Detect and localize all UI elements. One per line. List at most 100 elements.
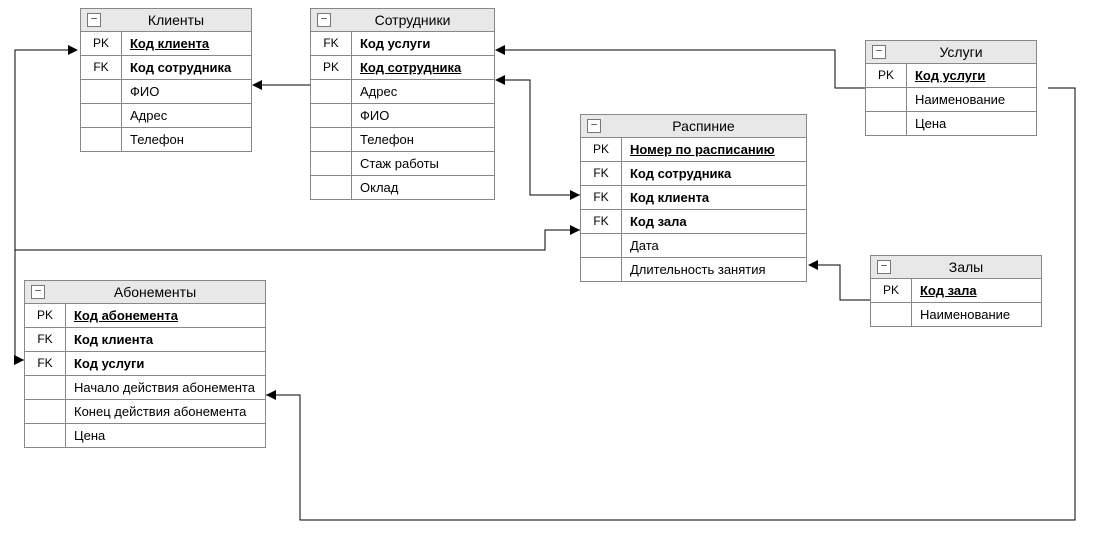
- entity-row[interactable]: Длительность занятия: [581, 258, 806, 281]
- entity-title-text: Распиние: [672, 118, 734, 134]
- entity-row[interactable]: Цена: [866, 112, 1036, 135]
- field-cell: Код сотрудника: [622, 162, 806, 185]
- entity-row[interactable]: Конец действия абонемента: [25, 400, 265, 424]
- key-cell: [25, 400, 66, 423]
- entity-halls[interactable]: − Залы PKКод залаНаименование: [870, 255, 1042, 327]
- key-cell: PK: [81, 32, 122, 55]
- entity-row[interactable]: PKКод зала: [871, 279, 1041, 303]
- field-cell: Код услуги: [352, 32, 494, 55]
- entity-title: − Сотрудники: [311, 9, 494, 32]
- key-cell: PK: [311, 56, 352, 79]
- field-cell: Оклад: [352, 176, 494, 199]
- entity-services[interactable]: − Услуги PKКод услугиНаименованиеЦена: [865, 40, 1037, 136]
- key-cell: FK: [581, 162, 622, 185]
- entity-title: − Распиние: [581, 115, 806, 138]
- field-cell: Цена: [66, 424, 265, 447]
- collapse-icon[interactable]: −: [87, 13, 101, 27]
- key-cell: [866, 88, 907, 111]
- key-cell: [311, 176, 352, 199]
- entity-row[interactable]: FKКод зала: [581, 210, 806, 234]
- field-cell: Конец действия абонемента: [66, 400, 265, 423]
- entity-row[interactable]: FKКод клиента: [581, 186, 806, 210]
- key-cell: [581, 234, 622, 257]
- field-cell: Код клиента: [122, 32, 251, 55]
- entity-row[interactable]: FKКод услуги: [311, 32, 494, 56]
- entity-schedule[interactable]: −РаспиниеPKНомер по расписаниюFKКод сотр…: [580, 114, 807, 282]
- field-cell: Дата: [622, 234, 806, 257]
- collapse-icon[interactable]: −: [877, 260, 891, 274]
- entity-title-text: Услуги: [939, 44, 982, 60]
- entity-subscriptions[interactable]: −АбонементыPKКод абонементаFKКод клиента…: [24, 280, 266, 448]
- key-cell: FK: [25, 352, 66, 375]
- key-cell: FK: [581, 186, 622, 209]
- field-cell: Адрес: [122, 104, 251, 127]
- er-diagram-canvas: −КлиентыPKКод клиентаFKКод сотрудникаФИО…: [0, 0, 1107, 538]
- entity-title: −Клиенты: [81, 9, 251, 32]
- entity-title-text: Сотрудники: [375, 12, 451, 28]
- field-cell: Начало действия абонемента: [66, 376, 265, 399]
- entity-row[interactable]: FKКод сотрудника: [81, 56, 251, 80]
- key-cell: [311, 152, 352, 175]
- entity-row[interactable]: Телефон: [311, 128, 494, 152]
- entity-row[interactable]: Наименование: [871, 303, 1041, 326]
- entity-row[interactable]: PKКод сотрудника: [311, 56, 494, 80]
- field-cell: ФИО: [352, 104, 494, 127]
- entity-row[interactable]: Адрес: [311, 80, 494, 104]
- field-cell: Код услуги: [66, 352, 265, 375]
- field-cell: Номер по расписанию: [622, 138, 806, 161]
- key-cell: PK: [581, 138, 622, 161]
- field-cell: Код абонемента: [66, 304, 265, 327]
- key-cell: [581, 258, 622, 281]
- field-cell: Код сотрудника: [352, 56, 494, 79]
- key-cell: FK: [81, 56, 122, 79]
- field-cell: Код клиента: [66, 328, 265, 351]
- key-cell: FK: [311, 32, 352, 55]
- field-cell: Код зала: [622, 210, 806, 233]
- key-cell: PK: [871, 279, 912, 302]
- entity-employees[interactable]: − Сотрудники FKКод услугиPKКод сотрудникаА…: [310, 8, 495, 200]
- field-cell: Код сотрудника: [122, 56, 251, 79]
- entity-row[interactable]: PKКод абонемента: [25, 304, 265, 328]
- entity-row[interactable]: Цена: [25, 424, 265, 447]
- key-cell: PK: [25, 304, 66, 327]
- entity-row[interactable]: FKКод сотрудника: [581, 162, 806, 186]
- field-cell: Наименование: [907, 88, 1036, 111]
- key-cell: [81, 128, 122, 151]
- collapse-icon[interactable]: −: [872, 45, 886, 59]
- entity-row[interactable]: Телефон: [81, 128, 251, 151]
- entity-row[interactable]: Стаж работы: [311, 152, 494, 176]
- entity-row[interactable]: Наименование: [866, 88, 1036, 112]
- entity-row[interactable]: Начало действия абонемента: [25, 376, 265, 400]
- entity-title: − Услуги: [866, 41, 1036, 64]
- key-cell: [311, 104, 352, 127]
- field-cell: Код клиента: [622, 186, 806, 209]
- collapse-icon[interactable]: −: [317, 13, 331, 27]
- entity-title: − Абонементы: [25, 281, 265, 304]
- entity-row[interactable]: ФИО: [81, 80, 251, 104]
- collapse-icon[interactable]: −: [31, 285, 45, 299]
- entity-row[interactable]: PKКод услуги: [866, 64, 1036, 88]
- entity-row[interactable]: FKКод услуги: [25, 352, 265, 376]
- entity-row[interactable]: Оклад: [311, 176, 494, 199]
- entity-row[interactable]: PKНомер по расписанию: [581, 138, 806, 162]
- key-cell: [25, 424, 66, 447]
- entity-row[interactable]: Дата: [581, 234, 806, 258]
- entity-row[interactable]: ФИО: [311, 104, 494, 128]
- entity-row[interactable]: Адрес: [81, 104, 251, 128]
- key-cell: [866, 112, 907, 135]
- key-cell: [81, 80, 122, 103]
- key-cell: PK: [866, 64, 907, 87]
- entity-row[interactable]: PKКод клиента: [81, 32, 251, 56]
- field-cell: Стаж работы: [352, 152, 494, 175]
- entity-title-text: Залы: [949, 259, 983, 275]
- field-cell: Телефон: [352, 128, 494, 151]
- key-cell: [311, 128, 352, 151]
- entity-title-text: Абонементы: [114, 284, 196, 300]
- collapse-icon[interactable]: −: [587, 119, 601, 133]
- entity-clients[interactable]: −КлиентыPKКод клиентаFKКод сотрудникаФИО…: [80, 8, 252, 152]
- entity-title: − Залы: [871, 256, 1041, 279]
- field-cell: Код зала: [912, 279, 1041, 302]
- field-cell: Цена: [907, 112, 1036, 135]
- entity-row[interactable]: FKКод клиента: [25, 328, 265, 352]
- field-cell: Код услуги: [907, 64, 1036, 87]
